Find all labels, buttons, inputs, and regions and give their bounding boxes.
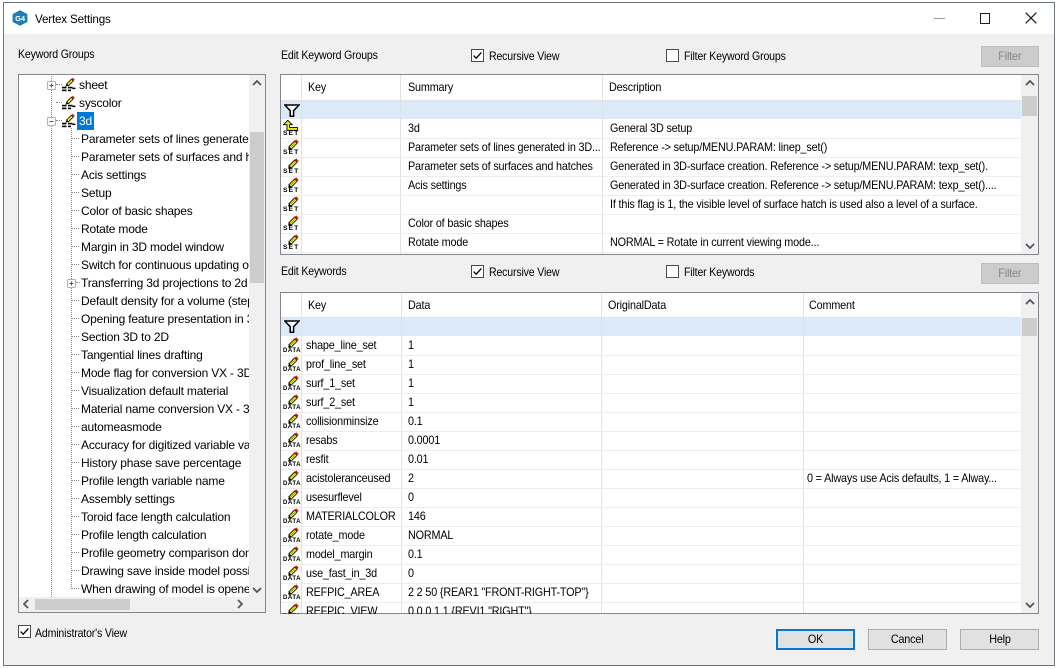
svg-text:G4: G4 [15, 14, 26, 23]
